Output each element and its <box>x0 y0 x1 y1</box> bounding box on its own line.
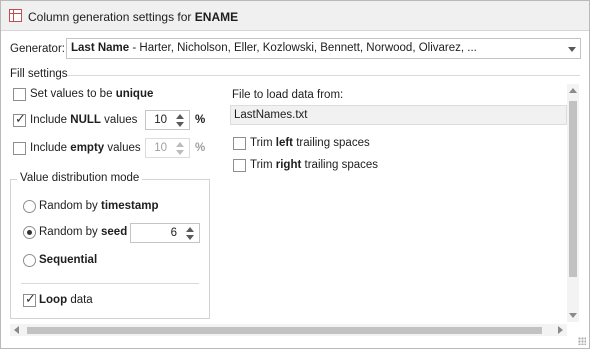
sequential-radio[interactable] <box>23 254 36 267</box>
spinner-buttons[interactable] <box>173 112 187 128</box>
include-empty-percent-value: 10 <box>154 142 167 154</box>
spinner-buttons[interactable] <box>173 140 187 156</box>
spin-up-icon[interactable] <box>176 114 184 119</box>
include-empty-percent-spinner[interactable]: 10 <box>145 138 190 158</box>
generator-selected-name: Last Name <box>71 42 130 54</box>
unique-label-bold: unique <box>115 88 154 100</box>
sequential-label[interactable]: Sequential <box>39 254 97 266</box>
unique-label[interactable]: Set values to be unique <box>30 88 153 100</box>
title-bar: Column generation settings for ENAME <box>1 1 589 31</box>
spin-down-icon[interactable] <box>176 122 184 127</box>
random-seed-label-pre: Random by <box>39 226 98 238</box>
window-title: Column generation settings for ENAME <box>28 10 238 24</box>
scroll-down-icon[interactable] <box>569 313 577 318</box>
random-timestamp-label[interactable]: Random by timestamp <box>39 200 159 212</box>
loop-data-label[interactable]: Loop data <box>39 294 93 306</box>
spin-up-icon[interactable] <box>176 142 184 147</box>
chevron-down-icon[interactable] <box>568 47 576 52</box>
column-generation-settings-window: Column generation settings for ENAME Gen… <box>0 0 590 349</box>
trim-left-label-bold: left <box>275 137 294 149</box>
include-empty-checkbox[interactable] <box>13 142 26 155</box>
scroll-up-icon[interactable] <box>569 88 577 93</box>
file-path-field[interactable]: LastNames.txt <box>230 105 567 125</box>
vertical-scroll-thumb[interactable] <box>569 101 577 277</box>
trim-right-label-pre: Trim <box>250 159 273 171</box>
trim-left-checkbox[interactable] <box>233 137 246 150</box>
spin-down-icon[interactable] <box>176 150 184 155</box>
table-column-icon <box>9 9 22 22</box>
unique-checkbox[interactable] <box>13 88 26 101</box>
random-timestamp-label-pre: Random by <box>39 200 98 212</box>
include-empty-label[interactable]: Include empty values <box>30 142 141 154</box>
spin-down-icon[interactable] <box>186 235 194 240</box>
generator-selected-detail: - Harter, Nicholson, Eller, Kozlowski, B… <box>129 42 477 54</box>
include-null-percent-spinner[interactable]: 10 <box>145 110 190 130</box>
distribution-divider <box>21 283 199 284</box>
seed-value-spinner[interactable]: 6 <box>130 223 200 243</box>
include-null-label-pre: Include <box>30 114 68 126</box>
scroll-right-icon[interactable] <box>558 326 563 334</box>
random-seed-label[interactable]: Random by seed <box>39 226 127 238</box>
include-empty-label-pre: Include <box>30 142 68 154</box>
spinner-buttons[interactable] <box>183 225 197 241</box>
generator-value: Last Name - Harter, Nicholson, Eller, Ko… <box>71 42 477 54</box>
spin-up-icon[interactable] <box>186 227 194 232</box>
trim-right-label-post: trailing spaces <box>304 159 379 171</box>
horizontal-scroll-thumb[interactable] <box>27 327 542 334</box>
include-empty-label-post: values <box>107 142 141 154</box>
random-timestamp-radio[interactable] <box>23 200 36 213</box>
unique-label-pre: Set values to be <box>30 88 113 100</box>
trim-left-label-post: trailing spaces <box>296 137 370 149</box>
seed-value: 6 <box>170 227 177 239</box>
trim-right-label-bold: right <box>275 159 302 171</box>
title-prefix: Column generation settings for <box>28 10 192 24</box>
checkmark-icon: ✓ <box>25 291 36 306</box>
include-null-checkbox[interactable]: ✓ <box>13 111 26 127</box>
vertical-scrollbar[interactable] <box>567 84 579 322</box>
horizontal-scrollbar[interactable] <box>10 324 567 336</box>
trim-right-checkbox[interactable] <box>233 159 246 172</box>
include-null-percent-value: 10 <box>154 114 167 126</box>
file-label: File to load data from: <box>232 89 344 101</box>
include-null-label[interactable]: Include NULL values <box>30 114 137 126</box>
loop-data-label-post: data <box>70 294 93 306</box>
radio-selected-dot <box>27 230 32 235</box>
trim-left-label[interactable]: Trim left trailing spaces <box>250 137 370 149</box>
generator-combobox[interactable]: Last Name - Harter, Nicholson, Eller, Ko… <box>66 38 581 59</box>
file-path-value: LastNames.txt <box>234 109 308 121</box>
trim-left-label-pre: Trim <box>250 137 273 149</box>
trim-right-label[interactable]: Trim right trailing spaces <box>250 159 378 171</box>
random-seed-radio[interactable] <box>23 226 36 239</box>
title-column-name: ENAME <box>194 10 239 24</box>
sequential-label-bold: Sequential <box>39 254 98 266</box>
random-seed-label-bold: seed <box>101 226 128 238</box>
loop-data-checkbox[interactable]: ✓ <box>23 291 36 307</box>
scroll-left-icon[interactable] <box>14 326 19 334</box>
value-distribution-heading: Value distribution mode <box>17 172 143 184</box>
include-null-label-post: values <box>104 114 138 126</box>
value-distribution-group: Value distribution mode Random by timest… <box>10 172 210 319</box>
include-null-label-bold: NULL <box>70 114 101 126</box>
loop-data-label-bold: Loop <box>39 294 68 306</box>
fill-settings-divider <box>67 75 580 76</box>
include-empty-percent-unit: % <box>195 142 206 154</box>
include-null-percent-unit: % <box>195 114 206 126</box>
fill-settings-heading: Fill settings <box>10 68 68 80</box>
include-empty-label-bold: empty <box>70 142 105 154</box>
random-timestamp-label-bold: timestamp <box>101 200 159 212</box>
generator-label: Generator: <box>10 43 65 55</box>
resize-grip-icon[interactable] <box>578 337 586 345</box>
checkmark-icon: ✓ <box>15 111 26 126</box>
